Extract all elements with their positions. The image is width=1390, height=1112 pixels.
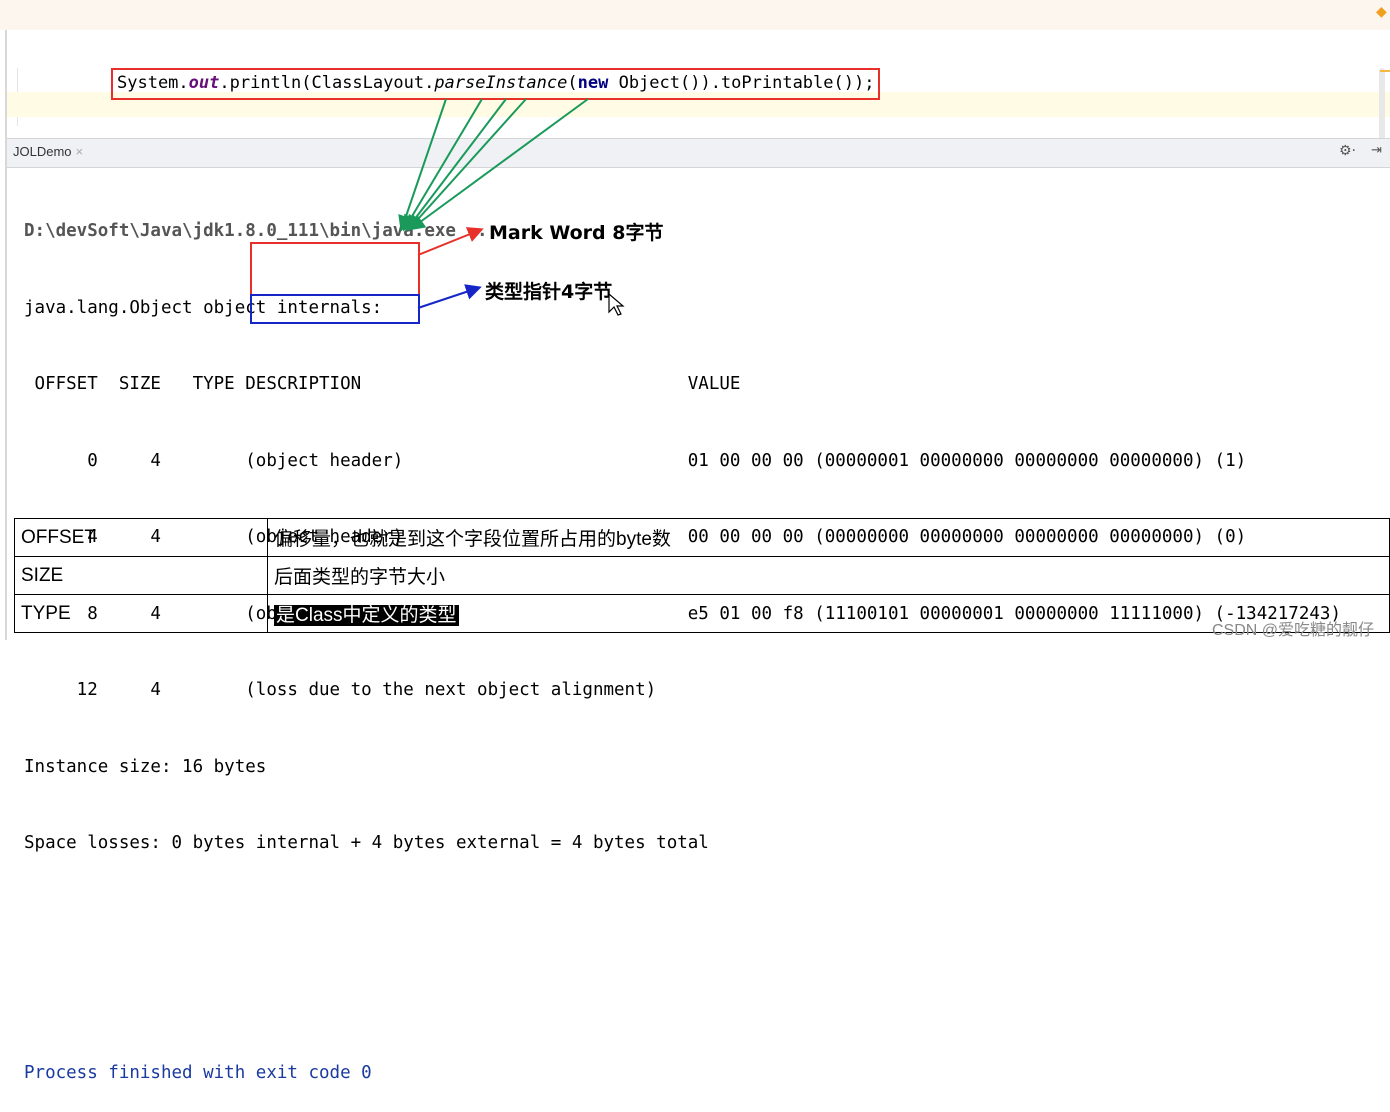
table-row: TYPE 是Class中定义的类型 [14, 594, 1390, 633]
watermark: CSDN @爱吃糖的靓仔 [1211, 622, 1374, 639]
green-arrow [405, 98, 507, 232]
legend-value: 后面类型的字节大小 [267, 556, 1390, 595]
blue-arrow [417, 284, 482, 309]
legend-key: SIZE [14, 556, 268, 595]
legend-value: 偏移量，也就是到这个字段位置所占用的byte数 [267, 518, 1390, 557]
field-legend-table: OFFSET 偏移量，也就是到这个字段位置所占用的byte数 SIZE 后面类型… [14, 518, 1390, 633]
legend-key: OFFSET [14, 518, 268, 557]
console-line: Instance size: 16 bytes [24, 756, 267, 777]
legend-value: 是Class中定义的类型 [274, 605, 459, 626]
green-arrow [407, 98, 527, 231]
console-row: 12 4 (loss due to the next object alignm… [24, 680, 657, 700]
console-exit-line: Process finished with exit code 0 [24, 1062, 372, 1083]
mouse-cursor-icon [608, 293, 625, 316]
table-row: SIZE 后面类型的字节大小 [14, 556, 1390, 595]
class-pointer-label: 类型指针4字节 [485, 281, 613, 303]
green-arrow [402, 98, 483, 232]
legend-key: TYPE [14, 594, 268, 633]
table-row: OFFSET 偏移量，也就是到这个字段位置所占用的byte数 [14, 518, 1390, 557]
red-arrow [417, 227, 484, 256]
mark-word-label: Mark Word 8字节 [489, 222, 664, 244]
console-line: Space losses: 0 bytes internal + 4 bytes… [24, 833, 709, 853]
